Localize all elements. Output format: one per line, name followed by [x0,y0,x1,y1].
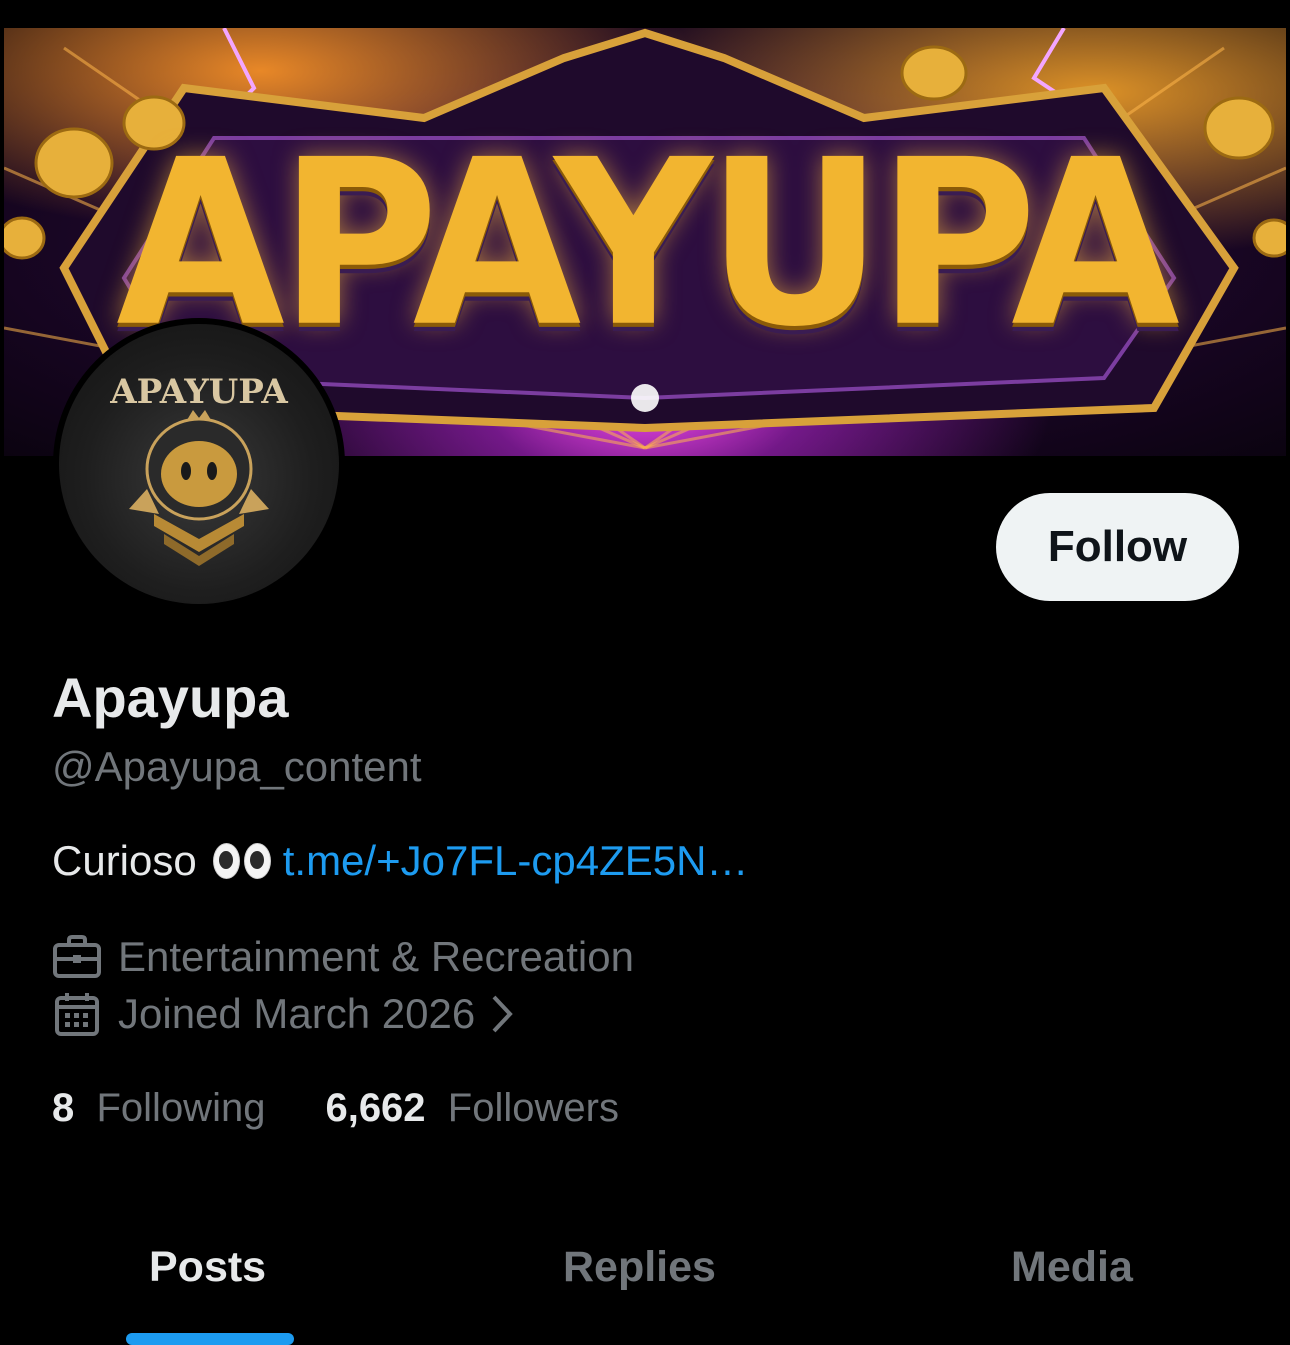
follow-button[interactable]: Follow [996,493,1239,601]
category-text: Entertainment & Recreation [118,933,634,980]
eyes-emoji-icon [212,843,271,879]
chevron-right-icon [492,995,513,1033]
profile-category: Entertainment & Recreation [52,933,634,981]
calendar-icon [55,993,99,1036]
followers-link[interactable]: 6,662 Followers [325,1086,619,1131]
mascot-emblem-icon [129,410,269,566]
tab-media[interactable]: Media [1011,1243,1133,1292]
eye-right-icon [243,843,271,879]
briefcase-icon [53,935,101,978]
following-count: 8 [52,1086,86,1130]
bio-link[interactable]: t.me/+Jo7FL-cp4ZE5N… [283,837,749,885]
following-label: Following [96,1086,266,1130]
join-date[interactable]: Joined March 2026 [52,990,531,1038]
display-name: Apayupa [52,666,289,729]
avatar-image: APAYUPA [59,324,339,604]
follow-stats: 8 Following 6,662 Followers [52,1086,619,1131]
join-date-text: Joined March 2026 [118,990,476,1037]
active-tab-indicator [126,1333,294,1345]
profile-tabs: Posts Replies Media [0,1228,1290,1345]
tab-replies[interactable]: Replies [563,1243,716,1292]
tab-posts[interactable]: Posts [149,1243,266,1292]
followers-count: 6,662 [325,1086,437,1130]
bio-text: Curioso [52,837,197,884]
user-handle: @Apayupa_content [52,743,422,790]
following-link[interactable]: 8 Following [52,1086,265,1131]
bio: Curioso t.me/+Jo7FL-cp4ZE5N… [52,837,748,885]
avatar[interactable]: APAYUPA [53,318,345,610]
followers-label: Followers [447,1086,619,1130]
eye-left-icon [212,843,240,879]
